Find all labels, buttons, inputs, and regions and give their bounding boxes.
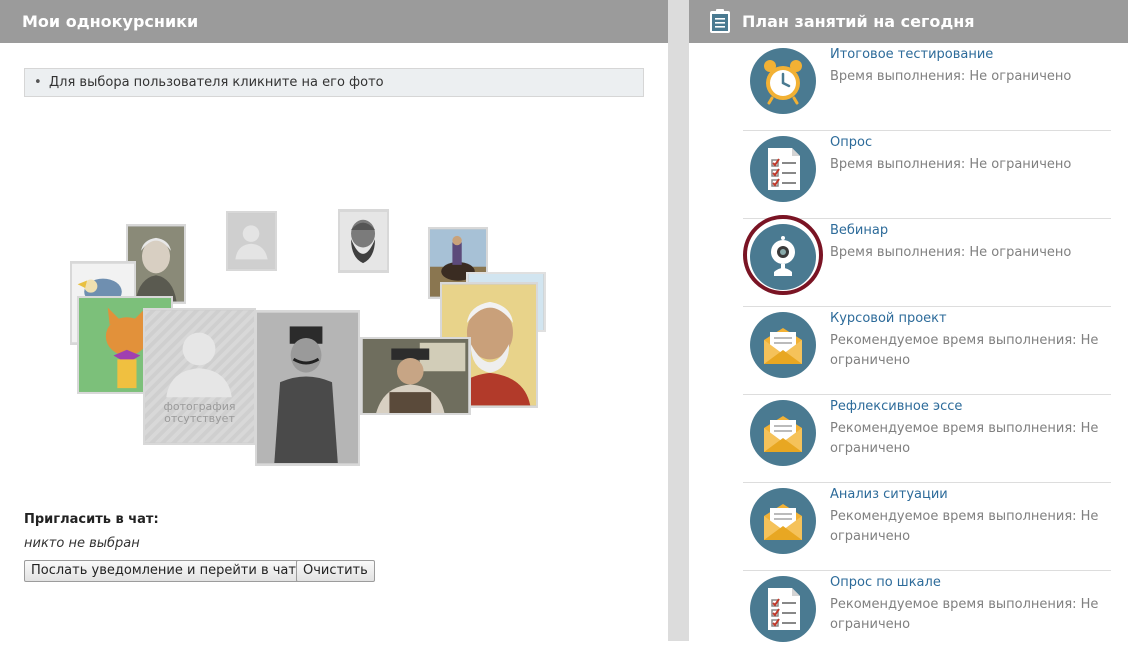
- task-title[interactable]: Вебинар: [830, 223, 888, 238]
- webcam-icon: [750, 224, 816, 290]
- panel-divider: [668, 0, 689, 641]
- task-item[interactable]: Вебинар Время выполнения: Не ограничено: [743, 215, 1111, 307]
- task-title[interactable]: Анализ ситуации: [830, 487, 948, 502]
- classmates-panel: Мои однокурсники Для выбора пользователя…: [0, 0, 668, 641]
- task-title[interactable]: Рефлексивное эссе: [830, 399, 962, 414]
- photo-man-cap[interactable]: [360, 337, 471, 415]
- task-desc: Время выполнения: Не ограничено: [830, 69, 1072, 84]
- placeholder-caption: фотография отсутствует: [163, 400, 236, 425]
- task-desc: Рекомендуемое время выполнения: Не огран…: [830, 597, 1099, 632]
- checklist-icon: [750, 576, 816, 642]
- task-item[interactable]: Рефлексивное эссе Рекомендуемое время вы…: [743, 395, 1111, 483]
- photo-bearded-man[interactable]: [338, 209, 389, 273]
- task-desc: Рекомендуемое время выполнения: Не огран…: [830, 421, 1099, 456]
- task-title[interactable]: Опрос: [830, 135, 872, 150]
- notify-and-chat-button[interactable]: Послать уведомление и перейти в чат: [24, 560, 303, 582]
- selection-hint: Для выбора пользователя кликните на его …: [24, 68, 644, 97]
- task-item[interactable]: Курсовой проект Рекомендуемое время выпо…: [743, 307, 1111, 395]
- invite-title: Пригласить в чат:: [24, 512, 159, 527]
- task-item[interactable]: Опрос по шкале Рекомендуемое время выпол…: [743, 571, 1111, 659]
- photo-placeholder-large[interactable]: фотография отсутствует: [143, 308, 256, 445]
- invite-status: никто не выбран: [24, 536, 140, 551]
- task-item[interactable]: Опрос Время выполнения: Не ограничено: [743, 131, 1111, 219]
- task-desc: Рекомендуемое время выполнения: Не огран…: [830, 333, 1099, 368]
- plan-title: План занятий на сегодня: [742, 12, 975, 31]
- envelope-icon: [750, 488, 816, 554]
- checklist-icon: [750, 136, 816, 202]
- photo-placeholder-small[interactable]: [226, 211, 277, 271]
- classmates-title: Мои однокурсники: [0, 0, 668, 43]
- envelope-icon: [750, 400, 816, 466]
- clipboard-icon: [710, 9, 730, 33]
- clear-button[interactable]: Очистить: [296, 560, 375, 582]
- task-desc: Время выполнения: Не ограничено: [830, 245, 1072, 260]
- plan-header: План занятий на сегодня: [689, 0, 1128, 43]
- alarm-clock-icon: [750, 48, 816, 114]
- photo-soldier[interactable]: [255, 310, 360, 466]
- plan-panel: План занятий на сегодня Итоговое тестиро…: [689, 0, 1128, 642]
- task-title[interactable]: Курсовой проект: [830, 311, 947, 326]
- task-title[interactable]: Итоговое тестирование: [830, 47, 993, 62]
- task-item[interactable]: Итоговое тестирование Время выполнения: …: [743, 43, 1111, 131]
- envelope-icon: [750, 312, 816, 378]
- task-desc: Время выполнения: Не ограничено: [830, 157, 1072, 172]
- task-item[interactable]: Анализ ситуации Рекомендуемое время выпо…: [743, 483, 1111, 571]
- task-title[interactable]: Опрос по шкале: [830, 575, 941, 590]
- task-desc: Рекомендуемое время выполнения: Не огран…: [830, 509, 1099, 544]
